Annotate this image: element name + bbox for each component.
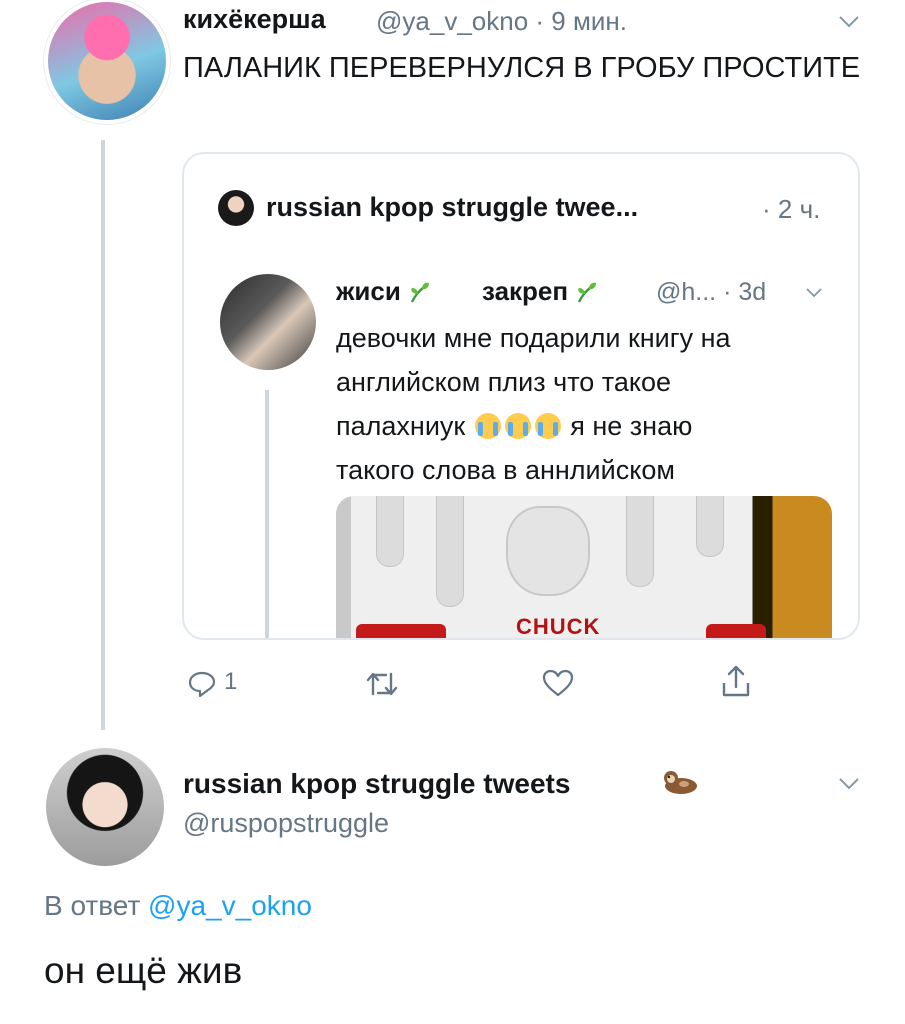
- tweet2-avatar[interactable]: [46, 748, 164, 866]
- tweet1-meta: @ya_v_okno · 9 мин.: [376, 6, 627, 37]
- photo-chuck-text: CHUCK: [516, 614, 601, 639]
- embedded-thread-line: [265, 390, 269, 638]
- embedded-tweet-screenshot: жиси закреп @h... · 3d девочки мне подар…: [204, 254, 858, 639]
- photo-red-title: [706, 624, 766, 638]
- thread-line: [101, 140, 105, 730]
- crying-face-emoji-icon: [504, 413, 531, 439]
- embedded-name-2: закреп: [482, 276, 599, 307]
- embedded-text-line2-b: я не знаю: [570, 411, 693, 441]
- photo-drip: [376, 496, 404, 567]
- chevron-down-icon[interactable]: [836, 770, 862, 796]
- reply-context: В ответ @ya_v_okno: [44, 890, 312, 922]
- photo-drip: [626, 496, 654, 587]
- crying-face-emoji-icon: [474, 413, 501, 439]
- like-icon[interactable]: [541, 667, 575, 699]
- tweet1-avatar[interactable]: [48, 2, 166, 120]
- tweet2-text: он ещё жив: [44, 950, 243, 991]
- tweet1-display-name[interactable]: кихёкерша: [183, 4, 326, 35]
- embedded-name-part2: закреп: [482, 276, 569, 306]
- tweet2-handle[interactable]: @ruspopstruggle: [183, 808, 389, 839]
- tweet2-display-name[interactable]: russian kpop struggle tweets: [183, 768, 570, 800]
- reply-icon[interactable]: [186, 667, 218, 699]
- quoted-time: · 2 ч.: [762, 194, 821, 224]
- tweet1-text: ПАЛАНИК ПЕРЕВЕРНУЛСЯ В ГРОБУ ПРОСТИТЕ: [183, 52, 861, 84]
- photo-red-title: [356, 624, 446, 638]
- embedded-name: жиси: [336, 276, 432, 307]
- reply-count: 1: [224, 668, 238, 695]
- tweet1-time[interactable]: · 9 мин.: [535, 6, 627, 36]
- photo-drip: [436, 496, 464, 607]
- chevron-down-icon: [806, 288, 822, 298]
- tweet1-handle[interactable]: @ya_v_okno: [376, 6, 528, 36]
- embedded-text-line1: девочки мне подарили книгу на английском…: [336, 323, 731, 397]
- embedded-name-part1: жиси: [336, 276, 401, 306]
- retweet-icon[interactable]: [364, 669, 400, 699]
- quoted-display-name: russian kpop struggle twee...: [266, 192, 639, 222]
- embedded-book-photo: CHUCK: [336, 496, 832, 639]
- reply-to-link[interactable]: @ya_v_okno: [148, 890, 312, 921]
- quoted-avatar: [218, 190, 254, 226]
- otter-emoji-icon: [664, 771, 697, 794]
- embedded-text-line3: такого слова в аннлийском: [336, 455, 675, 485]
- chevron-down-icon[interactable]: [836, 8, 862, 34]
- sprout-emoji-icon: [411, 282, 430, 303]
- photo-drip: [696, 496, 724, 557]
- embedded-text-line2: палахниук я не знаю: [336, 404, 836, 448]
- quoted-tweet-card[interactable]: russian kpop struggle twee... · 2 ч. жис…: [182, 152, 860, 640]
- photo-face: [506, 506, 590, 596]
- embedded-handle-time: @h... · 3d: [656, 278, 767, 306]
- embedded-avatar: [220, 274, 316, 370]
- crying-face-emoji-icon: [534, 413, 561, 439]
- sprout-emoji-icon: [578, 282, 597, 303]
- share-icon[interactable]: [720, 663, 752, 699]
- reply-prefix: В ответ: [44, 890, 141, 921]
- embedded-text-line2-a: палахниук: [336, 411, 466, 441]
